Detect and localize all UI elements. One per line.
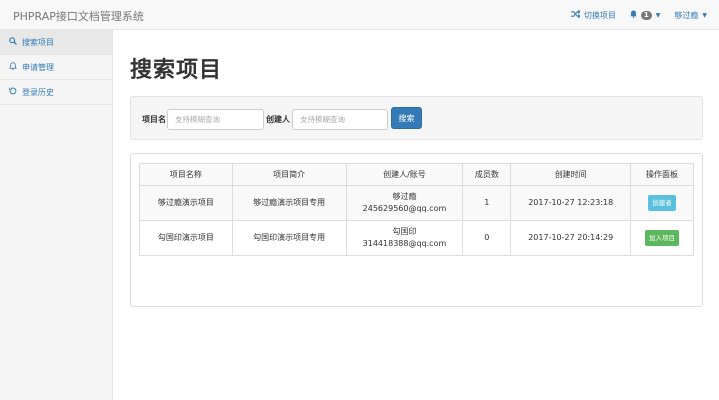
project-table: 项目名称 项目简介 创建人/账号 成员数 创建时间 操作面板 够过瘾演示项目 够… [139,163,694,256]
creator-cell: 够过瘾 245629560@qq.com [345,185,464,221]
app-title[interactable]: PHPRAP接口文档管理系统 [13,8,144,24]
column-header: 项目名称 [139,163,233,186]
user-menu-dropdown[interactable]: 够过瘾 ▼ [674,10,707,21]
search-button[interactable]: 搜索 [391,107,422,129]
member-count-cell: 0 [462,220,512,256]
project-name-cell: 够过瘾演示项目 [139,185,233,221]
creator-cell: 勾国印 314418388@qq.com [345,220,464,256]
table-header-row: 项目名称 项目简介 创建人/账号 成员数 创建时间 操作面板 [139,163,694,186]
notification-badge: 1 [640,10,652,20]
chevron-down-icon: ▼ [655,11,661,19]
creator-account: 314418388@qq.com [362,239,447,248]
history-icon [9,87,17,97]
creator-input[interactable] [292,109,388,130]
column-header: 创建时间 [510,163,632,186]
created-time-cell: 2017-10-27 12:23:18 [510,185,632,221]
project-desc-cell: 够过瘾演示项目专用 [231,185,347,221]
column-header: 成员数 [462,163,512,186]
created-time-cell: 2017-10-27 20:14:29 [510,220,632,256]
notifications-dropdown[interactable]: 1 ▼ [630,10,661,20]
project-name-label: 项目名 [142,115,166,124]
results-panel: 项目名称 项目简介 创建人/账号 成员数 创建时间 操作面板 够过瘾演示项目 够… [130,153,703,307]
switch-project-label: 切换项目 [583,10,616,20]
column-header: 创建人/账号 [345,163,464,186]
table-row: 勾国印演示项目 勾国印演示项目专用 勾国印 314418388@qq.com 0… [139,220,694,256]
shuffle-icon [570,9,581,20]
page-title: 搜索项目 [130,58,223,83]
bell-icon [8,62,18,72]
sidebar-item-label: 登录历史 [22,87,54,97]
creator-badge[interactable]: 创建者 [648,195,676,211]
user-name: 够过瘾 [674,10,699,20]
creator-name: 勾国印 [392,227,417,236]
project-desc-cell: 勾国印演示项目专用 [231,220,347,256]
creator-name: 够过瘾 [392,192,417,201]
sidebar-item-applications[interactable]: 申请管理 [0,55,112,80]
sidebar: 搜索项目 申请管理 登录历史 [0,30,113,400]
sidebar-item-label: 申请管理 [22,62,54,72]
chevron-down-icon: ▼ [702,11,707,19]
switch-project-button[interactable]: 切换项目 [570,9,616,21]
creator-label: 创建人 [266,115,290,124]
project-name-input[interactable] [167,109,264,130]
table-row: 够过瘾演示项目 够过瘾演示项目专用 够过瘾 245629560@qq.com 1… [139,185,694,221]
navbar-right: 切换项目 1 ▼ 够过瘾 ▼ [570,0,707,30]
sidebar-item-search-project[interactable]: 搜索项目 [0,30,112,55]
sidebar-item-login-history[interactable]: 登录历史 [0,80,112,105]
column-header: 项目简介 [231,163,347,186]
action-cell: 加入项目 [630,220,694,256]
sidebar-item-label: 搜索项目 [22,37,54,47]
top-navbar: PHPRAP接口文档管理系统 切换项目 1 ▼ 够过瘾 ▼ [0,0,719,30]
action-cell: 创建者 [630,185,694,221]
creator-account: 245629560@qq.com [362,204,447,213]
search-icon [9,37,17,47]
main-content: 搜索项目 项目名 创建人 搜索 项目名称 项目简介 创建人/账号 成员数 创建时… [113,30,719,400]
member-count-cell: 1 [462,185,512,221]
project-name-cell: 勾国印演示项目 [139,220,233,256]
search-form: 项目名 创建人 搜索 [130,96,703,140]
column-header: 操作面板 [630,163,694,186]
bell-icon [630,10,637,20]
join-project-button[interactable]: 加入项目 [645,230,680,246]
